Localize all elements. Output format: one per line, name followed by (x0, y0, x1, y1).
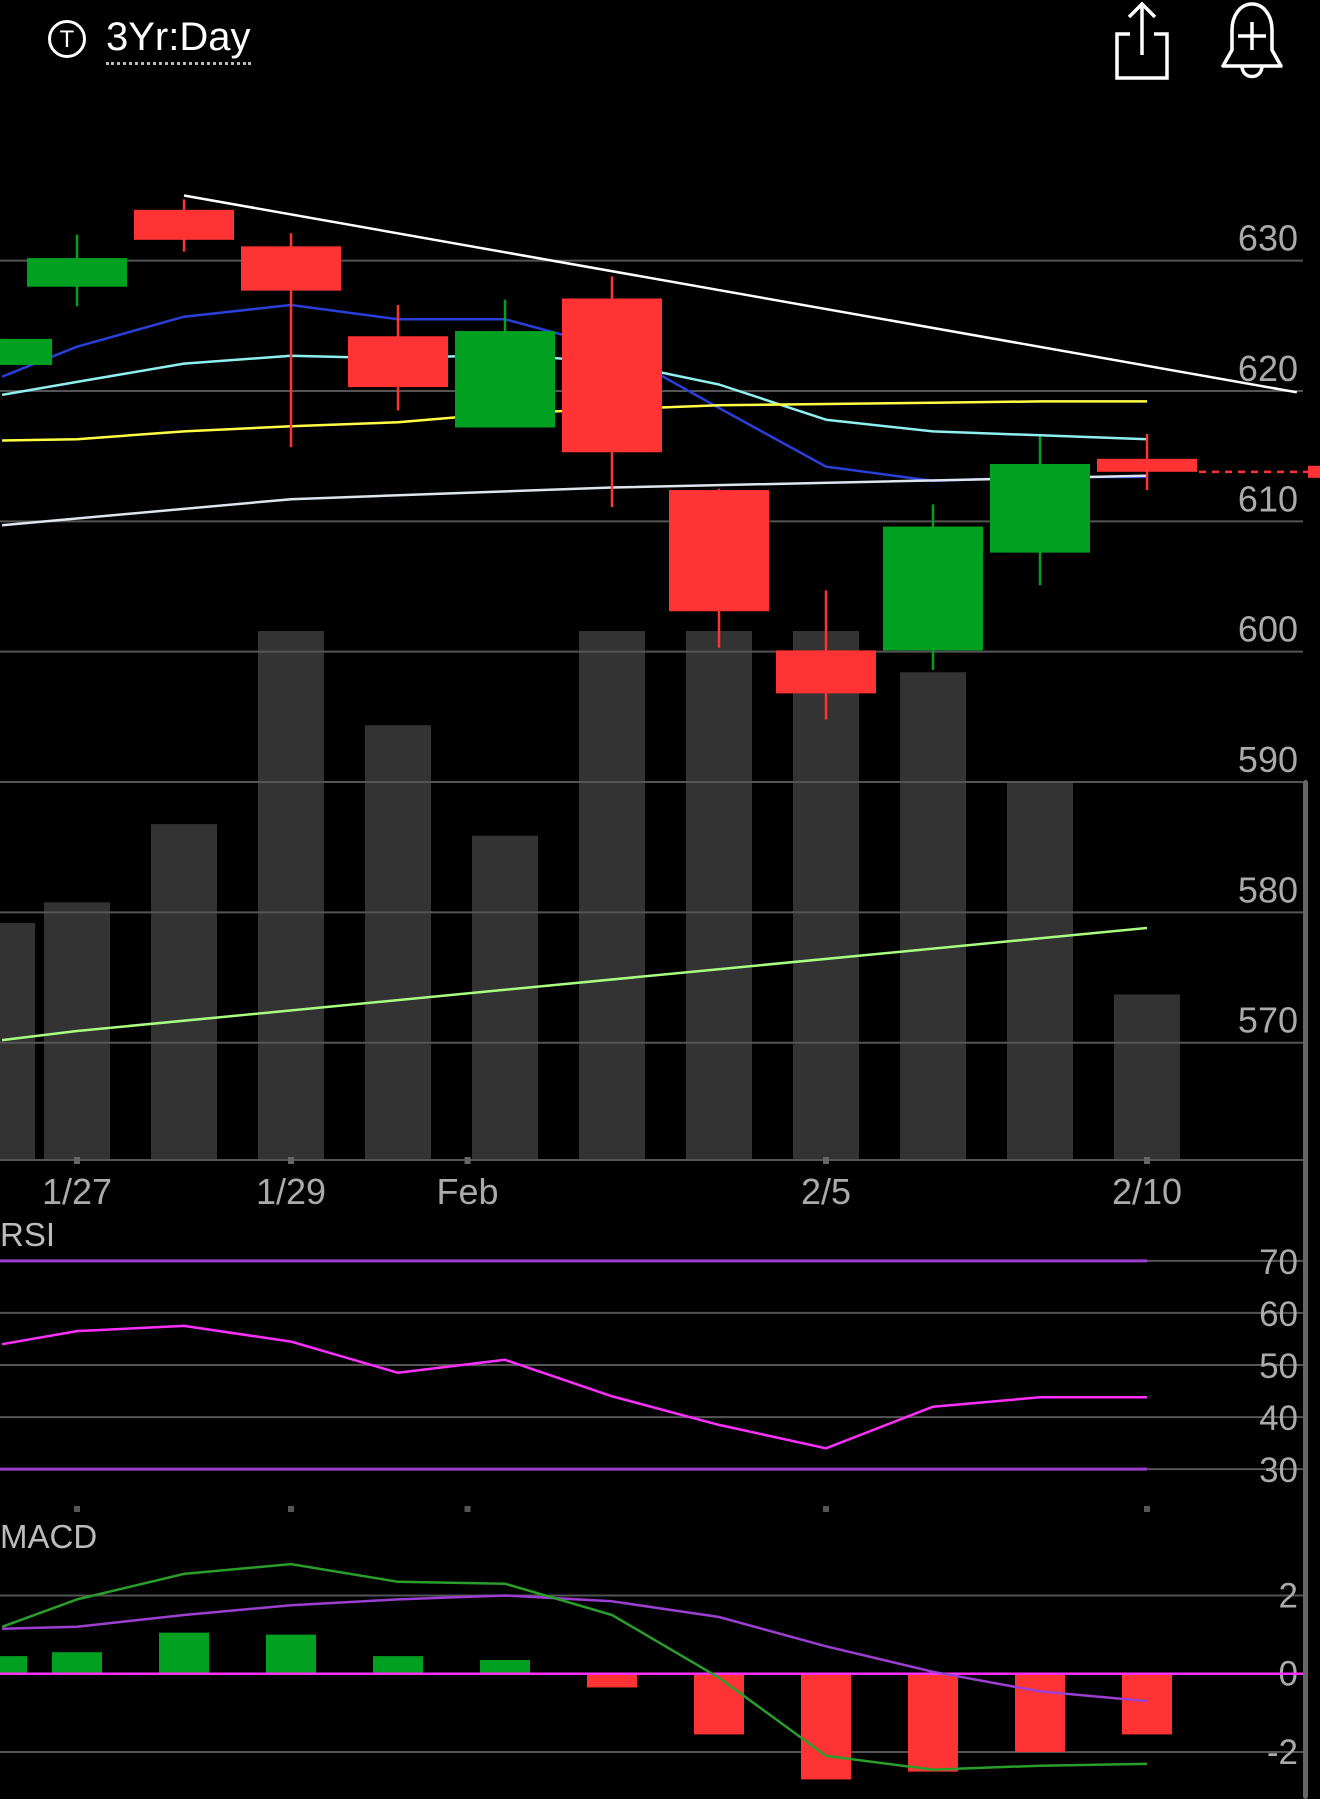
macd-histogram-bar (801, 1673, 851, 1780)
candle-body (0, 338, 53, 365)
price-axis-tick: 600 (1238, 609, 1298, 650)
stock-chart[interactable]: 570580590600610620630 1/27 1/29 Feb 2/5 2/10… (0, 0, 1320, 1799)
volume-bar (258, 631, 324, 1160)
price-axis-tick: 610 (1238, 478, 1298, 519)
date-tick (74, 1157, 80, 1164)
date-label: 2/10 (1112, 1171, 1182, 1212)
volume-bar (900, 672, 966, 1160)
candle-body (883, 526, 983, 651)
candle-body (1097, 458, 1197, 472)
rsi-date-tick (823, 1506, 829, 1512)
rsi-axis-tick: 70 (1259, 1243, 1298, 1282)
volume-bar (1114, 994, 1180, 1160)
price-axis-tick: 590 (1238, 739, 1298, 780)
scrollbar[interactable] (1303, 780, 1308, 1799)
candle-body (134, 209, 234, 240)
macd-histogram-bar (587, 1673, 637, 1688)
volume-bar (686, 631, 752, 1160)
rsi-date-tick (288, 1506, 294, 1512)
rsi-panel: RSI 30 40 50 60 70 (0, 1216, 1303, 1512)
price-axis-tick: 570 (1238, 1000, 1298, 1041)
volume-bar (365, 725, 431, 1160)
macd-panel: MACD-202 (0, 1518, 1303, 1780)
macd-axis-tick: -2 (1267, 1733, 1298, 1772)
date-tick (1144, 1157, 1150, 1164)
date-tick (464, 1157, 471, 1164)
candle-body (27, 258, 127, 287)
macd-histogram-bar (1122, 1673, 1172, 1735)
date-tick (288, 1157, 294, 1164)
moving-average-line (1, 474, 1148, 527)
macd-histogram-bar (52, 1652, 102, 1674)
macd-histogram-bar (159, 1632, 209, 1674)
rsi-date-tick (464, 1506, 471, 1512)
date-axis: 1/27 1/29 Feb 2/5 2/10 (0, 1157, 1303, 1212)
date-tick (823, 1157, 829, 1164)
macd-histogram-bar (1015, 1673, 1065, 1753)
macd-histogram-bar (694, 1673, 744, 1735)
candle-body (455, 331, 555, 428)
rsi-axis-tick: 30 (1259, 1451, 1298, 1490)
rsi-axis-tick: 60 (1259, 1295, 1298, 1334)
date-label: Feb (437, 1171, 499, 1212)
rsi-date-tick (74, 1506, 80, 1512)
rsi-title: RSI (0, 1216, 55, 1253)
macd-histogram-bar (266, 1634, 316, 1674)
candle-body (348, 336, 448, 388)
volume-bar (472, 835, 538, 1160)
rsi-date-tick (1144, 1506, 1150, 1512)
rsi-axis-tick: 40 (1259, 1399, 1298, 1438)
price-axis-tick: 630 (1238, 218, 1298, 259)
candle-body (990, 464, 1090, 553)
date-label: 2/5 (801, 1171, 851, 1212)
volume-bar (1007, 782, 1073, 1160)
price-axis-tick: 580 (1238, 869, 1298, 910)
macd-histogram-bar (0, 1656, 28, 1674)
macd-histogram-bar (908, 1673, 958, 1772)
macd-histogram-bar (373, 1656, 423, 1674)
date-label: 1/29 (256, 1171, 326, 1212)
candle-body (669, 490, 769, 612)
volume-bar (0, 923, 36, 1160)
volume-bar (151, 824, 217, 1160)
price-panel: 570580590600610620630 (0, 194, 1320, 1160)
rsi-axis-tick: 50 (1259, 1347, 1298, 1386)
date-label: 1/27 (42, 1171, 112, 1212)
candle-body (776, 650, 876, 694)
macd-title: MACD (0, 1518, 97, 1555)
macd-histogram-bar (480, 1660, 530, 1674)
last-price-marker (1308, 465, 1320, 478)
volume-bar (579, 631, 645, 1160)
candle-body (241, 246, 341, 291)
candle-body (562, 298, 662, 453)
macd-axis-tick: 2 (1279, 1576, 1298, 1615)
rsi-line (1, 1324, 1147, 1450)
